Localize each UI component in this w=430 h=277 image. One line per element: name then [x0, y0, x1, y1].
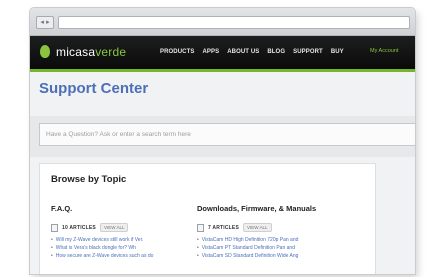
- list-item[interactable]: What is Vera's black dongle for? Wh: [51, 244, 153, 252]
- nav-blog[interactable]: BLOG: [267, 49, 285, 55]
- list-item[interactable]: VistaCam HD High Definition 720p Pan and: [197, 236, 316, 244]
- downloads-column: Downloads, Firmware, & Manuals 7 ARTICLE…: [197, 204, 316, 260]
- downloads-view-all-button[interactable]: VIEW ALL: [242, 223, 272, 232]
- downloads-list: VistaCam HD High Definition 720p Pan and…: [197, 236, 316, 260]
- browse-title: Browse by Topic: [51, 174, 127, 185]
- downloads-count-row: 7 ARTICLES VIEW ALL: [197, 223, 316, 232]
- faq-count-row: 10 ARTICLES VIEW ALL: [51, 223, 153, 232]
- leaf-logo-icon: [40, 45, 50, 58]
- back-forward-icon[interactable]: ◂ ▸: [36, 16, 54, 29]
- faq-article-count: 10 ARTICLES: [62, 224, 96, 231]
- browse-panel: Browse by Topic F.A.Q. 10 ARTICLES VIEW …: [39, 163, 376, 274]
- faq-list: Will my Z-Wave devices still work if Ver…: [51, 236, 154, 260]
- search-band: Have a Question? Ask or enter a search t…: [30, 116, 415, 157]
- logo-prefix: micasa: [56, 45, 96, 59]
- main-nav: PRODUCTS APPS ABOUT US BLOG SUPPORT BUY: [160, 49, 344, 55]
- nav-buy[interactable]: BUY: [331, 49, 344, 55]
- faq-column: F.A.Q. 10 ARTICLES VIEW ALL Will my Z-Wa…: [51, 204, 153, 260]
- faq-view-all-button[interactable]: VIEW ALL: [99, 223, 129, 232]
- list-item[interactable]: VistaCam PT Standard Definition Pan and: [197, 244, 316, 252]
- address-bar[interactable]: [58, 16, 410, 29]
- downloads-article-count: 7 ARTICLES: [208, 224, 239, 231]
- search-input[interactable]: Have a Question? Ask or enter a search t…: [39, 123, 415, 146]
- site-logo[interactable]: micasaverde: [56, 45, 126, 59]
- list-item[interactable]: Will my Z-Wave devices still work if Ver…: [51, 236, 153, 244]
- document-icon: [51, 223, 58, 232]
- site-navbar: micasaverde PRODUCTS APPS ABOUT US BLOG …: [30, 36, 415, 72]
- nav-support[interactable]: SUPPORT: [293, 49, 323, 55]
- document-icon: [197, 223, 204, 232]
- my-account-link[interactable]: My Account: [370, 48, 398, 54]
- nav-apps[interactable]: APPS: [202, 49, 219, 55]
- browser-titlebar: ◂ ▸: [30, 8, 415, 36]
- downloads-title[interactable]: Downloads, Firmware, & Manuals: [197, 204, 316, 213]
- list-item[interactable]: VistaCam SD Standard Definition Wide Ang: [197, 252, 316, 260]
- browser-window: ◂ ▸ micasaverde PRODUCTS APPS ABOUT US B…: [30, 8, 415, 274]
- nav-products[interactable]: PRODUCTS: [160, 49, 194, 55]
- page-title: Support Center: [39, 80, 149, 97]
- faq-title[interactable]: F.A.Q.: [51, 204, 153, 213]
- logo-suffix: verde: [95, 45, 127, 59]
- nav-about-us[interactable]: ABOUT US: [227, 49, 259, 55]
- list-item[interactable]: How secure are Z-Wave devices such as do: [51, 252, 154, 260]
